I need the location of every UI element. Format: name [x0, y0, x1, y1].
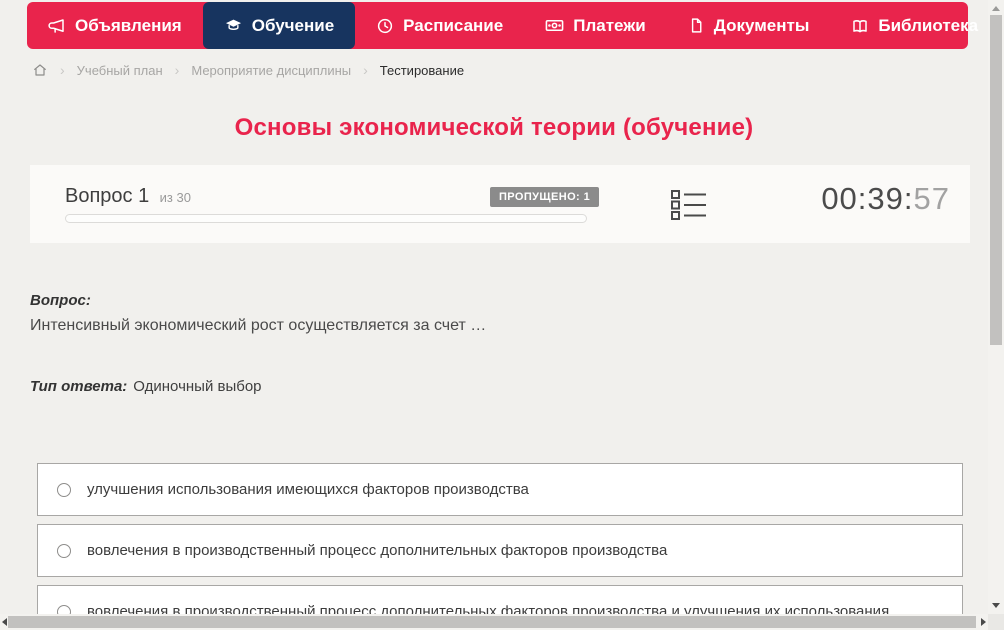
timer-seconds: 57 [913, 181, 950, 216]
question-counter: Вопрос 1 из 30 [65, 185, 191, 208]
scroll-right-icon[interactable] [981, 618, 986, 626]
nav-item-label: Библиотека [878, 15, 979, 35]
vertical-scrollbar[interactable] [988, 0, 1004, 614]
horizontal-scrollbar-thumb[interactable] [8, 616, 976, 628]
answer-type-label: Тип ответа: [30, 378, 128, 395]
nav-item-learning[interactable]: Обучение [202, 2, 356, 49]
main-navbar: Объявления Обучение Расписание Платежи Д… [27, 2, 1001, 49]
question-list-icon[interactable] [670, 189, 708, 221]
question-total: из 30 [159, 190, 191, 205]
breadcrumb: › Учебный план › Мероприятие дисциплины … [32, 62, 464, 78]
breadcrumb-discipline-event[interactable]: Мероприятие дисциплины [191, 63, 351, 78]
home-icon[interactable] [32, 62, 48, 78]
chevron-right-icon: › [174, 62, 180, 78]
answer-option-1[interactable]: улучшения использования имеющихся фактор… [37, 463, 963, 516]
radio-icon[interactable] [57, 543, 71, 558]
chevron-right-icon: › [60, 62, 65, 78]
nav-item-label: Объявления [75, 15, 182, 35]
skipped-badge: ПРОПУЩЕНО: 1 [490, 187, 600, 207]
quiz-page: Объявления Обучение Расписание Платежи Д… [0, 0, 1004, 630]
nav-item-schedule[interactable]: Расписание [355, 2, 524, 49]
vertical-scrollbar-thumb[interactable] [990, 15, 1002, 345]
scroll-left-icon[interactable] [2, 618, 7, 626]
quiz-header-panel: Вопрос 1 из 30 ПРОПУЩЕНО: 1 00:39:57 [30, 165, 970, 243]
answer-type-line: Тип ответа: Одиночный выбор [30, 378, 262, 395]
answer-option-2[interactable]: вовлечения в производственный процесс до… [37, 524, 963, 577]
quiz-progress-bar [65, 214, 587, 223]
nav-item-label: Платежи [573, 15, 646, 35]
nav-item-announcements[interactable]: Объявления [27, 2, 203, 49]
clock-icon [376, 17, 394, 35]
radio-icon[interactable] [57, 482, 71, 497]
horizontal-scrollbar[interactable] [0, 614, 988, 630]
answer-options: улучшения использования имеющихся фактор… [37, 463, 963, 630]
question-number: Вопрос 1 [65, 185, 150, 207]
megaphone-icon [48, 17, 66, 35]
scrollbar-corner [988, 614, 1004, 630]
nav-item-label: Обучение [251, 15, 335, 35]
book-icon [851, 17, 869, 35]
nav-item-label: Расписание [403, 15, 504, 35]
answer-option-label: вовлечения в производственный процесс до… [87, 542, 668, 559]
breadcrumb-study-plan[interactable]: Учебный план [77, 63, 163, 78]
timer-main: 00:39: [821, 181, 914, 216]
question-heading: Вопрос: [30, 292, 91, 309]
nav-item-library[interactable]: Библиотека [830, 2, 1004, 49]
breadcrumb-testing: Тестирование [379, 62, 465, 78]
nav-item-label: Документы [713, 15, 810, 35]
page-title: Основы экономической теории (обучение) [234, 114, 754, 141]
banknote-icon [545, 16, 564, 35]
nav-item-payments[interactable]: Платежи [524, 2, 667, 49]
chevron-right-icon: › [363, 62, 368, 78]
question-text: Интенсивный экономический рост осуществл… [30, 317, 487, 334]
answer-type-value: Одиночный выбор [133, 378, 262, 395]
scroll-down-icon[interactable] [992, 603, 1000, 608]
nav-item-documents[interactable]: Документы [667, 2, 831, 49]
answer-option-label: улучшения использования имеющихся фактор… [87, 481, 529, 498]
graduation-cap-icon [224, 16, 243, 35]
document-icon [688, 17, 705, 34]
quiz-timer: 00:39:57 [821, 181, 950, 217]
scroll-up-icon[interactable] [992, 6, 1000, 11]
